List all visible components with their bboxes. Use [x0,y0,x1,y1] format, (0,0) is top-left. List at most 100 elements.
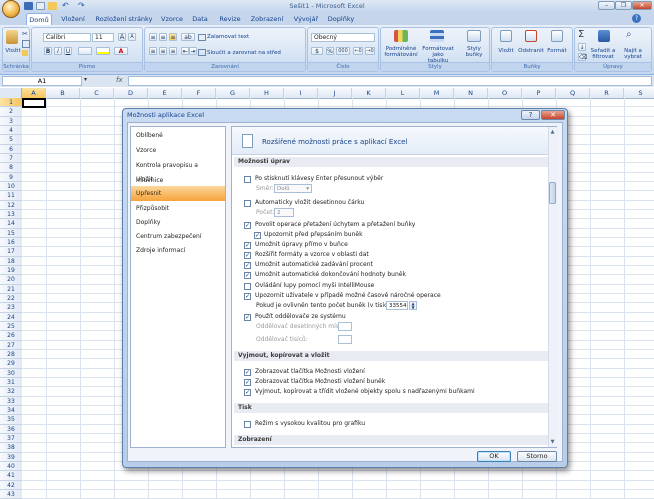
column-header[interactable]: S [624,88,654,98]
help-icon[interactable]: ? [632,14,641,23]
checkbox-system-separators[interactable]: ✓ [244,314,251,321]
row-header[interactable]: 39 [0,452,22,462]
tab-review[interactable]: Revize [216,13,244,25]
cell-styles-button[interactable]: Styly buňky [460,46,488,58]
row-header[interactable]: 3 [0,116,22,126]
row-header[interactable]: 1 [0,98,22,108]
checkbox-auto-decimal[interactable] [244,200,251,207]
sort-filter-button[interactable]: Seřadit a filtrovat [588,48,618,60]
tab-formulas[interactable]: Vzorce [158,13,186,25]
merge-icon[interactable] [198,49,206,56]
row-header[interactable]: 20 [0,275,22,285]
column-header[interactable]: L [386,88,420,98]
column-header[interactable]: A [22,88,46,98]
row-header[interactable]: 8 [0,163,22,173]
conditional-formatting-icon[interactable] [394,30,408,42]
cell-styles-icon[interactable] [467,30,481,42]
format-as-table-icon[interactable] [430,30,444,42]
decrease-decimal-icon[interactable]: →0 [365,47,375,55]
cut-icon[interactable]: ✂ [22,30,28,38]
row-header[interactable]: 40 [0,461,22,472]
column-header[interactable]: O [488,88,522,98]
row-header[interactable]: 19 [0,265,22,276]
tab-view[interactable]: Zobrazení [247,13,287,25]
nav-item-resources[interactable]: Zdroje informací [131,243,225,258]
row-header[interactable]: 27 [0,340,22,350]
nav-item-addins[interactable]: Doplňky [131,215,225,230]
format-cells-button[interactable]: Formát [545,48,569,54]
restore-button[interactable]: ❐ [615,1,632,10]
row-header[interactable]: 7 [0,153,22,164]
row-header[interactable]: 28 [0,349,22,360]
row-header[interactable]: 5 [0,135,22,145]
tab-insert[interactable]: Vložení [57,13,89,25]
autosum-button[interactable]: Σ [578,29,584,40]
row-header[interactable]: 4 [0,125,22,136]
increase-indent-icon[interactable]: ⇥ [189,47,197,55]
accounting-format-icon[interactable]: $ [311,47,323,55]
checkbox-high-quality[interactable] [244,421,251,428]
align-left-icon[interactable]: ≡ [149,47,157,55]
clear-icon[interactable]: ⌫ [578,53,587,61]
copy-icon[interactable] [22,40,30,48]
align-top-icon[interactable]: ≡ [149,33,157,41]
find-select-icon[interactable]: ⌕ [626,29,632,40]
font-size-combo[interactable]: 11 [92,33,114,42]
row-header[interactable]: 21 [0,284,22,294]
column-header[interactable]: R [590,88,624,98]
places-spinner[interactable]: 2 [274,208,294,217]
scroll-down-icon[interactable]: ▼ [549,438,556,446]
row-header[interactable]: 32 [0,387,22,397]
column-header[interactable]: D [114,88,148,98]
scrollbar-thumb[interactable] [549,182,556,204]
name-box[interactable]: A1 [2,76,82,86]
checkbox-extend-formats[interactable]: ✓ [244,252,251,259]
delete-cells-button[interactable]: Odstranit [517,48,545,54]
column-header[interactable]: B [46,88,80,98]
minimize-button[interactable]: – [598,1,615,10]
checkbox-auto-percent[interactable]: ✓ [244,262,251,269]
row-header[interactable]: 13 [0,209,22,220]
shrink-font-button[interactable]: A [128,33,136,41]
row-header[interactable]: 35 [0,415,22,425]
row-header[interactable]: 38 [0,443,22,453]
select-all-button[interactable] [0,88,22,98]
orientation-icon[interactable]: ab [181,33,195,41]
scroll-up-icon[interactable]: ▲ [549,128,556,136]
column-header[interactable]: P [522,88,556,98]
increase-decimal-icon[interactable]: ←0 [353,47,363,55]
row-header[interactable]: 12 [0,200,22,210]
column-header[interactable]: G [216,88,250,98]
dialog-close-button[interactable]: ✕ [541,110,565,120]
decrease-indent-icon[interactable]: ⇤ [181,47,189,55]
checkbox-insert-options[interactable]: ✓ [244,379,251,386]
checkbox-alert-time[interactable]: ✓ [244,293,251,300]
align-right-icon[interactable]: ≡ [169,47,177,55]
cells-threshold-input[interactable]: 33554 [386,301,408,310]
font-name-combo[interactable]: Calibri [43,33,91,42]
delete-cells-icon[interactable] [525,30,537,42]
column-header[interactable]: E [148,88,182,98]
cancel-button[interactable]: Storno [517,451,557,462]
format-as-table-button[interactable]: Formátovat jako tabulku [422,46,454,64]
nav-item-save[interactable]: Uložit [131,172,225,187]
row-header[interactable]: 31 [0,377,22,388]
paste-icon[interactable] [6,30,18,44]
checkbox-move-after-enter[interactable] [244,176,251,183]
checkbox-edit-in-cell[interactable]: ✓ [244,242,251,249]
row-header[interactable]: 14 [0,219,22,229]
align-center-icon[interactable]: ≡ [159,47,167,55]
nav-item-proofing[interactable]: Kontrola pravopisu a mluvnice [131,158,225,184]
office-button[interactable] [2,0,20,18]
tab-addins[interactable]: Doplňky [326,13,356,25]
borders-icon[interactable] [78,47,92,55]
find-select-button[interactable]: Najít a vybrat [618,48,648,60]
column-header[interactable]: J [318,88,352,98]
percent-button[interactable]: % [326,47,334,55]
underline-button[interactable]: U [64,47,72,55]
thousands-separator-input[interactable] [338,335,352,344]
nav-item-advanced[interactable]: Upřesnit [131,186,225,201]
row-header[interactable]: 11 [0,191,22,201]
row-header[interactable]: 36 [0,424,22,434]
font-color-icon[interactable]: A [114,47,128,55]
